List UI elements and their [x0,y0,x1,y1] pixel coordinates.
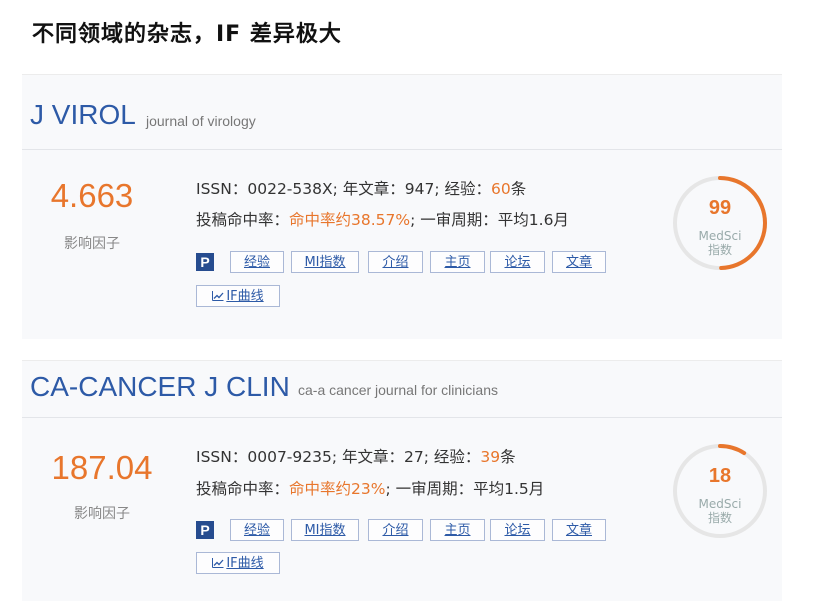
review-cycle-value: 平均1.6月 [497,211,569,229]
impact-factor-value: 187.04 [51,449,153,486]
review-cycle-value: 平均1.5月 [473,480,545,498]
medsci-index-gauge: 99 MedSci 指数 [670,173,770,273]
experience-label: ; 经验： [434,180,492,198]
articles-label: ; 年文章： [332,180,405,198]
experience-button[interactable]: 经验 [230,519,284,541]
articles-button[interactable]: 文章 [552,251,606,273]
medsci-label: MedSci 指数 [670,497,770,525]
articles-label: ; 年文章： [331,448,405,466]
issn-label: ISSN： [196,180,248,198]
homepage-button[interactable]: 主页 [430,519,485,541]
issn-value: 0022-538X [247,180,333,198]
experience-label: ; 经验： [423,448,481,466]
journal-stats-line: ISSN：0007-9235; 年文章：27; 经验：39条 [196,445,516,467]
mi-index-button[interactable]: MI指数 [291,519,359,541]
experience-count[interactable]: 39 [480,448,500,466]
journal-card: CA-CANCER J CLIN ca-a cancer journal for… [22,360,782,601]
if-curve-label: IF曲线 [226,556,264,571]
experience-count[interactable]: 60 [491,180,511,198]
if-curve-button[interactable]: IF曲线 [196,285,280,307]
forum-button[interactable]: 论坛 [490,519,545,541]
if-curve-label: IF曲线 [226,289,264,304]
journal-abbr[interactable]: J VIROL [30,99,136,131]
impact-factor-value: 4.663 [50,177,134,214]
intro-button[interactable]: 介绍 [368,251,423,273]
experience-button[interactable]: 经验 [230,251,284,273]
review-cycle-label: ; 一审周期： [410,211,498,229]
medsci-label-line1: MedSci [698,229,742,243]
medsci-score: 99 [708,197,732,219]
articles-button[interactable]: 文章 [552,519,606,541]
if-curve-button[interactable]: IF曲线 [196,552,280,574]
medsci-score: 18 [708,465,732,487]
journal-full-name: ca-a cancer journal for clinicians [298,382,498,398]
medsci-label-line1: MedSci [698,497,742,511]
medsci-label-line2: 指数 [707,243,732,257]
intro-button[interactable]: 介绍 [368,519,423,541]
acceptance-rate: 命中率约23% [289,480,386,498]
experience-suffix: 条 [510,180,527,198]
homepage-button[interactable]: 主页 [430,251,485,273]
medsci-label: MedSci 指数 [670,229,770,257]
issn-value: 0007-9235 [247,448,332,466]
impact-factor-label: 影响因子 [64,236,120,252]
articles-value: 27 [404,448,424,466]
acceptance-label: 投稿命中率： [196,211,290,229]
trend-chart-icon [212,291,224,301]
journal-full-name: journal of virology [146,113,256,129]
articles-value: 947 [404,180,435,198]
pubmed-icon[interactable]: P [196,253,214,271]
journal-card: J VIROL journal of virology 4.663 影响因子 I… [22,74,782,339]
acceptance-label: 投稿命中率： [196,480,290,498]
issn-label: ISSN： [196,448,248,466]
review-cycle-label: ; 一审周期： [385,480,474,498]
journal-review-line: 投稿命中率：命中率约23%; 一审周期：平均1.5月 [196,477,544,499]
page-heading: 不同领域的杂志，IF 差异极大 [32,22,342,47]
journal-abbr[interactable]: CA-CANCER J CLIN [30,371,290,403]
impact-factor-label: 影响因子 [74,506,130,522]
acceptance-rate: 命中率约38.57% [289,211,411,229]
medsci-label-line2: 指数 [707,511,732,525]
forum-button[interactable]: 论坛 [490,251,545,273]
journal-card-header: J VIROL journal of virology [22,75,782,150]
experience-suffix: 条 [500,448,516,466]
journal-card-header: CA-CANCER J CLIN ca-a cancer journal for… [22,361,782,418]
medsci-index-gauge: 18 MedSci 指数 [670,441,770,541]
journal-review-line: 投稿命中率：命中率约38.57%; 一审周期：平均1.6月 [196,208,569,230]
journal-stats-line: ISSN：0022-538X; 年文章：947; 经验：60条 [196,177,526,199]
pubmed-icon[interactable]: P [196,521,214,539]
trend-chart-icon [212,558,224,568]
mi-index-button[interactable]: MI指数 [291,251,359,273]
